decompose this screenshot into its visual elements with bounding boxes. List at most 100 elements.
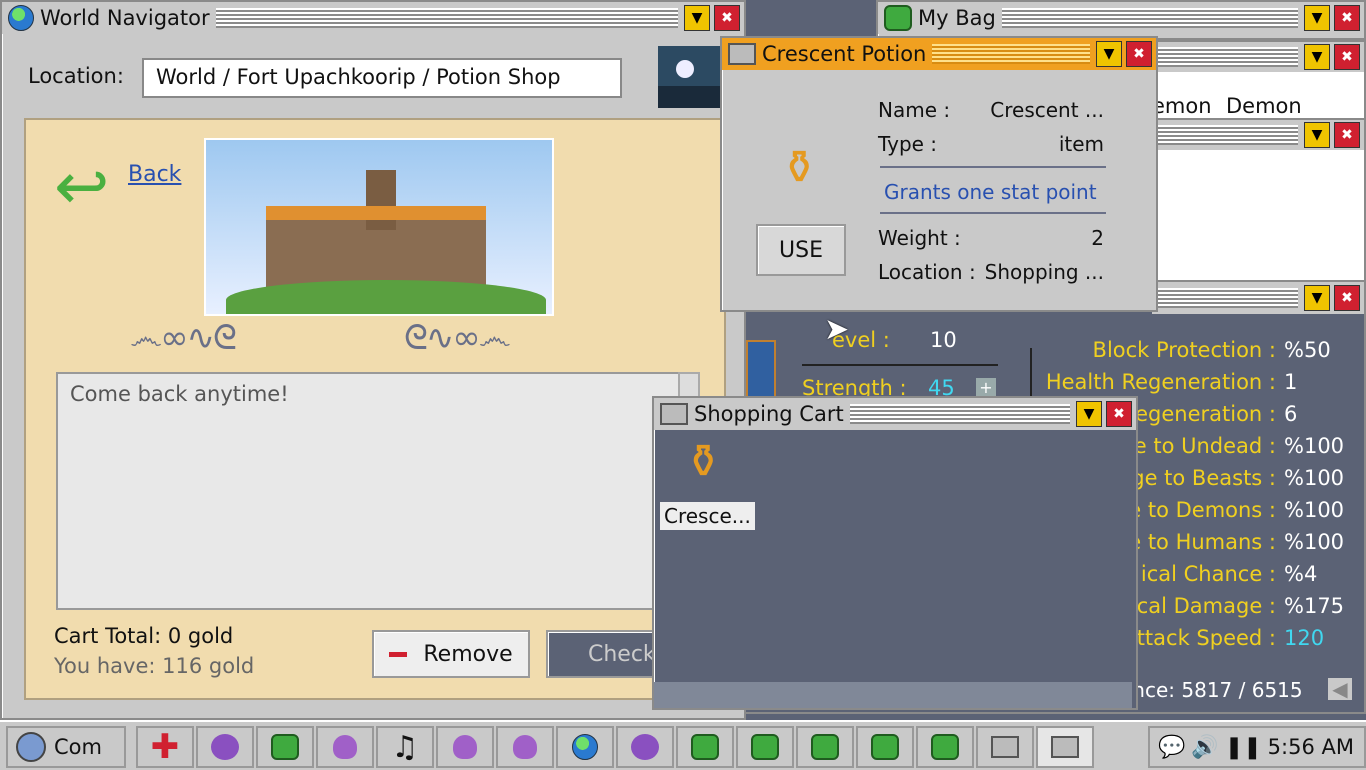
calculator-icon	[991, 736, 1019, 758]
back-link[interactable]: Back	[128, 162, 181, 187]
taskbar-creature-button[interactable]	[616, 726, 674, 768]
location-field[interactable]: World / Fort Upachkoorip / Potion Shop	[142, 58, 622, 98]
item-location-value: Shopping ...	[984, 260, 1104, 284]
minimize-button[interactable]: ▼	[1304, 285, 1330, 311]
minimize-button[interactable]: ▼	[1304, 122, 1330, 148]
bag-icon	[931, 734, 959, 760]
speaker-icon[interactable]: 🔊	[1191, 735, 1218, 760]
taskbar-calculator-button[interactable]	[1036, 726, 1094, 768]
stat-label: e to Demons :	[1128, 498, 1276, 522]
my-bag-title: My Bag	[918, 6, 996, 30]
taskbar-pouch-button[interactable]	[316, 726, 374, 768]
back-arrow-icon[interactable]: ↩	[54, 154, 109, 220]
globe-icon	[572, 734, 598, 760]
add-stat-button[interactable]: +	[976, 378, 996, 398]
taskbar-music-button[interactable]: ♫	[376, 726, 434, 768]
bag-icon	[691, 734, 719, 760]
cart-item-label[interactable]: Cresce...	[660, 502, 755, 530]
gold-amount: You have: 116 gold	[54, 654, 255, 678]
my-bag-window: My Bag ▼ ✖	[876, 0, 1366, 40]
taskbar-globe-button[interactable]	[556, 726, 614, 768]
stat-value: %100	[1284, 434, 1345, 458]
weight-label: Weight :	[878, 226, 961, 250]
use-label: USE	[779, 237, 823, 263]
shop-message: Come back anytime!	[70, 382, 289, 406]
start-button[interactable]: Com	[6, 726, 126, 768]
taskbar-bag-button[interactable]	[796, 726, 854, 768]
taskbar-bag-button[interactable]	[916, 726, 974, 768]
stat-value: %175	[1284, 594, 1345, 618]
mouse-cursor-icon: ➤	[824, 312, 850, 347]
system-tray: 💬 🔊 ❚❚ 5:56 AM	[1148, 726, 1366, 768]
close-button[interactable]: ✖	[1106, 401, 1132, 427]
red-cross-icon: ✚	[150, 727, 180, 767]
taskbar-bag-button[interactable]	[676, 726, 734, 768]
weight-value: 2	[1091, 226, 1104, 250]
ornament-right: ᘓ∿∞෴	[404, 318, 511, 358]
stat-label: egeneration :	[1135, 402, 1276, 426]
pouch-icon	[453, 735, 477, 759]
stat-value: %100	[1284, 466, 1345, 490]
calculator-icon	[1051, 736, 1079, 758]
potion-icon: ⚱	[780, 140, 819, 194]
checkout-label: Check	[588, 641, 656, 667]
location-label: Location:	[28, 64, 124, 88]
close-button[interactable]: ✖	[1334, 285, 1360, 311]
name-value: Crescent ...	[990, 98, 1104, 122]
shopping-cart-window: Shopping Cart ▼ ✖ ⚱ Cresce...	[652, 396, 1138, 710]
location-value: World / Fort Upachkoorip / Potion Shop	[156, 65, 561, 89]
close-button[interactable]: ✖	[1334, 44, 1360, 70]
item-description: Grants one stat point	[884, 180, 1097, 204]
taskbar-pouch-button[interactable]	[436, 726, 494, 768]
minimize-button[interactable]: ▼	[684, 5, 710, 31]
minimize-button[interactable]: ▼	[1304, 44, 1330, 70]
bag-tab[interactable]: Demon	[1226, 94, 1302, 118]
message-box: Come back anytime!	[56, 372, 680, 610]
stat-value: 1	[1284, 370, 1298, 394]
remove-button[interactable]: Remove	[372, 630, 530, 678]
use-button[interactable]: USE	[756, 224, 846, 276]
remove-label: Remove	[423, 641, 513, 667]
stat-label: cal Damage :	[1136, 594, 1276, 618]
stat-value: %100	[1284, 530, 1345, 554]
taskbar-calculator-button[interactable]	[976, 726, 1034, 768]
taskbar-bag-button[interactable]	[856, 726, 914, 768]
start-label: Com	[54, 735, 102, 759]
close-button[interactable]: ✖	[1126, 41, 1152, 67]
cart-total: Cart Total: 0 gold	[54, 624, 234, 648]
stat-label: ge to Beasts :	[1131, 466, 1276, 490]
bag-subwindow: ▼ ✖ emon Demon	[1150, 40, 1366, 124]
taskbar-bag-button[interactable]	[736, 726, 794, 768]
close-button[interactable]: ✖	[714, 5, 740, 31]
taskbar-bag-button[interactable]	[256, 726, 314, 768]
taskbar-pouch-button[interactable]	[496, 726, 554, 768]
pause-icon[interactable]: ❚❚	[1225, 735, 1262, 760]
close-button[interactable]: ✖	[1334, 5, 1360, 31]
back-arrow-button[interactable]: ◀	[1328, 678, 1352, 700]
calculator-icon	[660, 403, 688, 425]
moon-icon	[658, 46, 724, 108]
cart-status-bar	[654, 682, 1132, 708]
taskbar-creature-button[interactable]	[196, 726, 254, 768]
minus-icon	[389, 651, 408, 657]
bag-icon	[751, 734, 779, 760]
stat-label: ical Chance :	[1140, 562, 1276, 586]
stat-value: 6	[1284, 402, 1298, 426]
bag-tab[interactable]: emon	[1152, 94, 1212, 118]
minimize-button[interactable]: ▼	[1096, 41, 1122, 67]
chat-icon[interactable]: 💬	[1158, 735, 1185, 760]
minimize-button[interactable]: ▼	[1076, 401, 1102, 427]
type-label: Type :	[878, 132, 938, 156]
bag-icon	[811, 734, 839, 760]
taskbar-health-button[interactable]: ✚	[136, 726, 194, 768]
stat-value: 120	[1284, 626, 1325, 650]
close-button[interactable]: ✖	[1334, 122, 1360, 148]
music-note-icon: ♫	[391, 729, 419, 765]
stat-value: %4	[1284, 562, 1318, 586]
stat-label: ttack Speed :	[1136, 626, 1276, 650]
ornament-left: ෴∞∿ᘓ	[130, 318, 237, 358]
potion-icon[interactable]: ⚱	[684, 438, 723, 484]
bag-icon	[871, 734, 899, 760]
minimize-button[interactable]: ▼	[1304, 5, 1330, 31]
calculator-icon	[728, 43, 756, 65]
